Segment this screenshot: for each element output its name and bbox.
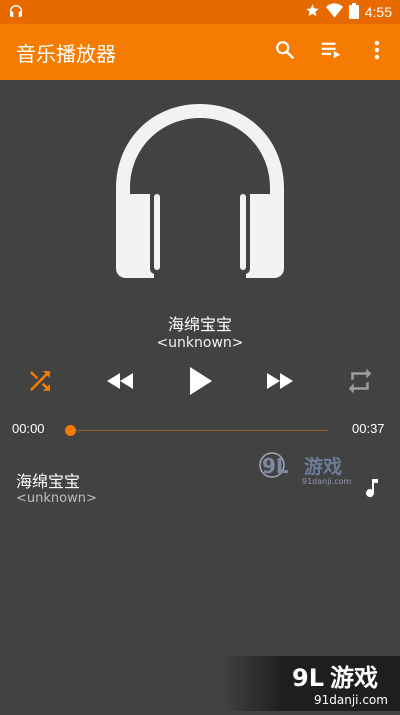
watermark-corner-name: 游戏: [330, 664, 378, 692]
seek-thumb[interactable]: [65, 425, 76, 436]
repeat-button[interactable]: [335, 358, 385, 408]
more-vert-icon: [374, 40, 380, 64]
watermark-corner: 9L 游戏 91danji.com: [222, 656, 400, 711]
watermark-corner-url: 91danji.com: [314, 693, 388, 707]
play-button[interactable]: [175, 358, 225, 408]
search-button[interactable]: [262, 24, 308, 80]
next-button[interactable]: [255, 358, 305, 408]
app-bar: 音乐播放器: [0, 24, 400, 80]
playlist-icon: [320, 39, 342, 65]
playback-controls: [0, 358, 400, 408]
status-time: 4:55: [364, 4, 392, 20]
battery-icon: [348, 2, 359, 22]
app-bar-actions: [262, 24, 400, 80]
watermark-corner-logo: 9L: [292, 664, 324, 692]
seek-bar[interactable]: [70, 430, 328, 431]
album-art: [112, 100, 288, 280]
playlist-item-title: 海绵宝宝: [16, 472, 81, 491]
repeat-icon: [345, 366, 375, 400]
shuffle-icon: [25, 366, 55, 400]
playlist-item[interactable]: 海绵宝宝 <unknown>: [0, 460, 400, 516]
total-duration: 00:37: [352, 421, 385, 436]
song-artist: <unknown>: [156, 335, 244, 351]
shuffle-button[interactable]: [15, 358, 65, 408]
headphones-icon: [112, 104, 288, 284]
search-icon: [274, 39, 296, 65]
app-title: 音乐播放器: [16, 41, 116, 66]
status-bar: 4:55: [0, 0, 400, 24]
previous-button[interactable]: [95, 358, 145, 408]
elapsed-time: 00:00: [12, 421, 45, 436]
wifi-icon: [325, 3, 343, 21]
star-icon: [305, 3, 320, 21]
rewind-icon: [106, 371, 134, 395]
music-note-icon: [360, 476, 384, 500]
play-icon: [187, 366, 213, 400]
fast-forward-icon: [266, 371, 294, 395]
playlist-button[interactable]: [308, 24, 354, 80]
status-right: 4:55: [305, 2, 392, 22]
playlist-item-artist: <unknown>: [16, 491, 97, 506]
song-title: 海绵宝宝: [167, 315, 232, 334]
headphones-icon: [8, 3, 24, 22]
more-options-button[interactable]: [354, 24, 400, 80]
